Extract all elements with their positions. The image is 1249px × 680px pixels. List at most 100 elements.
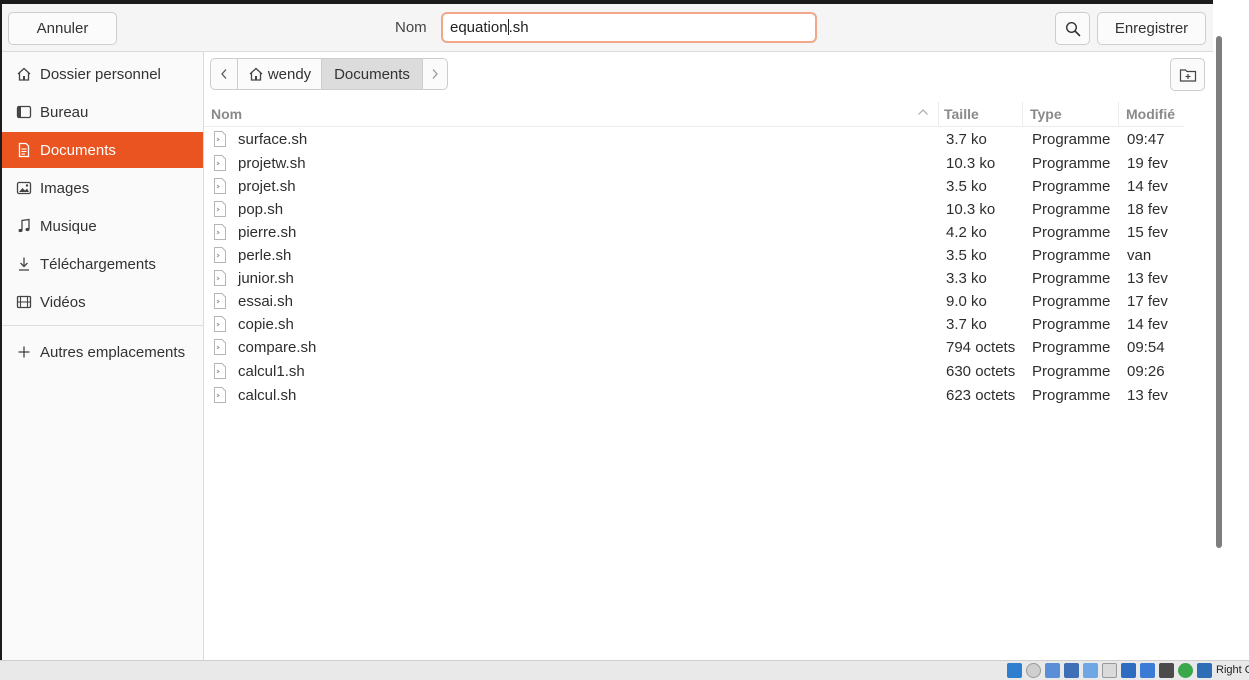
display-icon[interactable]	[1121, 663, 1136, 678]
shared-folders-icon[interactable]	[1102, 663, 1117, 678]
file-row[interactable]: copie.sh 3.7 ko Programme 14 fev	[204, 313, 1184, 336]
file-browser-pane: wendy Documents Nom Taille Type Modifié	[204, 52, 1213, 660]
script-file-icon	[214, 339, 226, 355]
download-icon	[16, 256, 32, 272]
file-row[interactable]: perle.sh 3.5 ko Programme van	[204, 244, 1184, 267]
sidebar-divider	[2, 325, 203, 326]
file-row[interactable]: calcul1.sh 630 octets Programme 09:26	[204, 360, 1184, 383]
file-row[interactable]: junior.sh 3.3 ko Programme 13 fev	[204, 267, 1184, 290]
file-name: copie.sh	[238, 316, 294, 333]
file-name: projet.sh	[238, 178, 296, 195]
script-file-icon	[214, 131, 226, 147]
sidebar-item-videos[interactable]: Vidéos	[2, 284, 203, 320]
file-name: pop.sh	[238, 201, 284, 218]
column-header-modified[interactable]: Modifié	[1126, 106, 1175, 122]
file-type: Programme	[1032, 316, 1111, 333]
cpu-icon[interactable]	[1159, 663, 1174, 678]
audio-icon[interactable]	[1045, 663, 1060, 678]
chevron-left-icon	[221, 69, 227, 79]
search-button[interactable]	[1055, 12, 1090, 45]
vm-status-icons	[1007, 663, 1216, 678]
sidebar-item-musique[interactable]: Musique	[2, 208, 203, 244]
optical-drive-icon[interactable]	[1026, 663, 1041, 678]
file-modified: 09:47	[1127, 131, 1165, 148]
file-row[interactable]: pierre.sh 4.2 ko Programme 15 fev	[204, 221, 1184, 244]
file-size: 794 octets	[946, 339, 1016, 356]
cancel-button[interactable]: Annuler	[8, 12, 117, 45]
path-segment-home[interactable]: wendy	[238, 59, 322, 89]
search-icon	[1065, 21, 1080, 36]
path-forward-button[interactable]	[423, 59, 447, 89]
file-size: 9.0 ko	[946, 293, 987, 310]
file-modified: 13 fev	[1127, 387, 1168, 404]
file-row[interactable]: projet.sh 3.5 ko Programme 14 fev	[204, 175, 1184, 198]
home-icon	[16, 66, 32, 82]
file-row[interactable]: essai.sh 9.0 ko Programme 17 fev	[204, 290, 1184, 313]
dialog-header: Annuler Nom equation.sh Enregistrer	[2, 4, 1213, 52]
path-segment-label: wendy	[267, 65, 312, 83]
vm-status-bar: Right C	[0, 660, 1249, 680]
path-back-button[interactable]	[211, 59, 238, 89]
file-name: essai.sh	[238, 293, 294, 310]
file-row[interactable]: surface.sh 3.7 ko Programme 09:47	[204, 128, 1184, 151]
file-modified: 18 fev	[1127, 201, 1168, 218]
sidebar-item-documents[interactable]: Documents	[2, 132, 203, 168]
usb-icon[interactable]	[1083, 663, 1098, 678]
script-file-icon	[214, 363, 226, 379]
column-divider	[1118, 102, 1119, 126]
sidebar-item-images[interactable]: Images	[2, 170, 203, 206]
hard-disk-icon[interactable]	[1007, 663, 1022, 678]
file-name: calcul.sh	[238, 387, 297, 404]
document-icon	[16, 142, 32, 158]
column-header-type[interactable]: Type	[1030, 106, 1062, 122]
sort-ascending-icon	[918, 109, 928, 115]
sidebar-item-label: Autres emplacements	[40, 343, 186, 361]
file-modified: 13 fev	[1127, 270, 1168, 287]
sidebar-item-label: Bureau	[40, 103, 89, 121]
places-sidebar: Dossier personnel Bureau Documents Image…	[2, 52, 204, 660]
mouse-integration-icon[interactable]	[1197, 663, 1212, 678]
script-file-icon	[214, 201, 226, 217]
filename-text-before-cursor: equation	[450, 19, 508, 36]
file-type: Programme	[1032, 387, 1111, 404]
column-header-size[interactable]: Taille	[944, 106, 979, 122]
sidebar-item-home[interactable]: Dossier personnel	[2, 56, 203, 92]
guest-additions-icon[interactable]	[1178, 663, 1193, 678]
file-row[interactable]: calcul.sh 623 octets Programme 13 fev	[204, 384, 1184, 407]
file-modified: 14 fev	[1127, 178, 1168, 195]
file-size: 3.7 ko	[946, 316, 987, 333]
file-size: 4.2 ko	[946, 224, 987, 241]
sidebar-item-telechargements[interactable]: Téléchargements	[2, 246, 203, 282]
script-file-icon	[214, 155, 226, 171]
script-file-icon	[214, 178, 226, 194]
file-row[interactable]: compare.sh 794 octets Programme 09:54	[204, 336, 1184, 359]
file-row[interactable]: pop.sh 10.3 ko Programme 18 fev	[204, 198, 1184, 221]
file-type: Programme	[1032, 201, 1111, 218]
new-folder-button[interactable]	[1170, 58, 1205, 91]
cancel-button-label: Annuler	[36, 20, 89, 37]
save-button[interactable]: Enregistrer	[1097, 12, 1206, 45]
vertical-scrollbar[interactable]	[1216, 36, 1222, 548]
filename-input[interactable]: equation.sh	[441, 12, 817, 43]
home-icon	[249, 67, 263, 81]
column-header-name[interactable]: Nom	[211, 106, 242, 122]
sidebar-item-label: Dossier personnel	[40, 65, 161, 83]
file-type: Programme	[1032, 131, 1111, 148]
chevron-right-icon	[432, 69, 438, 79]
recording-icon[interactable]	[1140, 663, 1155, 678]
path-bar: wendy Documents	[210, 58, 448, 90]
sidebar-item-label: Documents	[40, 141, 116, 159]
sidebar-item-other-locations[interactable]: Autres emplacements	[2, 334, 203, 370]
file-row[interactable]: projetw.sh 10.3 ko Programme 19 fev	[204, 152, 1184, 175]
file-name: compare.sh	[238, 339, 317, 356]
file-modified: 19 fev	[1127, 155, 1168, 172]
file-size: 3.5 ko	[946, 247, 987, 264]
file-type: Programme	[1032, 363, 1111, 380]
network-icon[interactable]	[1064, 663, 1079, 678]
file-name: surface.sh	[238, 131, 308, 148]
path-segment-documents[interactable]: Documents	[322, 59, 423, 89]
file-size: 10.3 ko	[946, 155, 996, 172]
file-name: projetw.sh	[238, 155, 306, 172]
column-divider	[938, 102, 939, 126]
sidebar-item-bureau[interactable]: Bureau	[2, 94, 203, 130]
